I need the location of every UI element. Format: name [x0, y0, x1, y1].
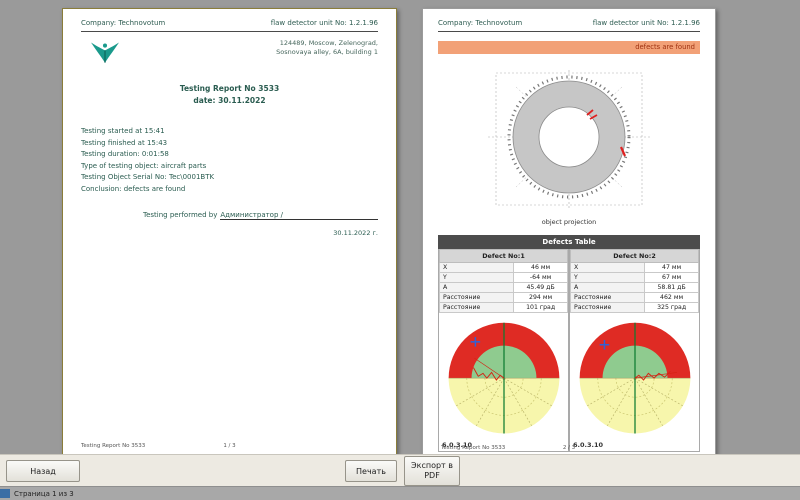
page-1-header: Company: Technovotum flaw detector unit …	[81, 9, 378, 32]
defect-2-title: Defect No:2	[571, 250, 699, 263]
detail-line: Testing finished at 15:43	[81, 138, 378, 150]
page-2-content: Company: Technovotum flaw detector unit …	[423, 9, 715, 455]
back-button[interactable]: Назад	[6, 460, 80, 482]
defect-2-panel: Defect No:2 X47 мм Y67 мм A58.81 дБ Расс…	[569, 249, 700, 452]
object-projection-plot	[438, 67, 700, 217]
page-1-footer: Testing Report No 3533 1 / 3	[81, 443, 378, 449]
signature-date: 30.11.2022 г.	[81, 229, 378, 237]
export-pdf-button[interactable]: Экспорт в PDF	[404, 456, 460, 486]
report-preview-window: Company: Technovotum flaw detector unit …	[0, 0, 800, 500]
projection-caption: object projection	[438, 218, 700, 226]
detail-line: Testing duration: 0:01:58	[81, 149, 378, 161]
defect-1-table: Defect No:1 X46 мм Y-64 мм A45.49 дБ Рас…	[439, 249, 568, 313]
testing-details: Testing started at 15:41 Testing finishe…	[81, 126, 378, 195]
defect-1-panel: Defect No:1 X46 мм Y-64 мм A45.49 дБ Рас…	[438, 249, 569, 452]
defect-2-scan-chart: 6.0.3.10	[570, 315, 699, 451]
detail-line: Testing started at 15:41	[81, 126, 378, 138]
report-title: Testing Report No 3533 date: 30.11.2022	[81, 83, 378, 106]
status-bar: Страница 1 из 3	[0, 486, 800, 500]
detail-line: Conclusion: defects are found	[81, 184, 378, 196]
defects-table-title: Defects Table	[438, 235, 700, 249]
print-button[interactable]: Печать	[345, 460, 397, 482]
page-2-footer: Testing Report No 3533 2 / 3	[441, 445, 697, 451]
polar-scan-1	[441, 315, 567, 447]
status-accent-chip	[0, 489, 10, 498]
company-name: Company: Technovotum	[81, 19, 165, 27]
detail-line: Testing Object Serial No: Tec\0001BTK	[81, 172, 378, 184]
signature-line: Testing performed by Администратор /	[143, 211, 378, 220]
page-2-header: Company: Technovotum flaw detector unit …	[438, 9, 700, 32]
company-name: Company: Technovotum	[438, 19, 522, 27]
detail-line: Type of testing object: aircraft parts	[81, 161, 378, 173]
defect-1-title: Defect No:1	[440, 250, 568, 263]
page-1-content: Company: Technovotum flaw detector unit …	[63, 9, 396, 454]
unit-number: flaw detector unit No: 1.2.1.96	[593, 19, 700, 27]
defects-found-banner: defects are found	[438, 41, 700, 54]
logo-address-row: 124489, Moscow, Zelenograd, Sosnovaya al…	[81, 39, 378, 67]
defects-columns: Defect No:1 X46 мм Y-64 мм A45.49 дБ Рас…	[438, 249, 700, 452]
page-indicator: Страница 1 из 3	[14, 490, 74, 498]
company-address: 124489, Moscow, Zelenograd, Sosnovaya al…	[276, 39, 378, 67]
defect-2-table: Defect No:2 X47 мм Y67 мм A58.81 дБ Расс…	[570, 249, 699, 313]
unit-number: flaw detector unit No: 1.2.1.96	[271, 19, 378, 27]
defect-1-scan-chart: 6.0.3.10	[439, 315, 568, 451]
signature-name: Администратор /	[220, 211, 378, 220]
bottom-toolbar: Назад Печать Экспорт в PDF	[0, 454, 800, 487]
preview-area: Company: Technovotum flaw detector unit …	[0, 0, 800, 455]
polar-scan-2	[572, 315, 698, 447]
report-page-2[interactable]: Company: Technovotum flaw detector unit …	[422, 8, 716, 455]
company-logo-icon	[87, 39, 123, 67]
projection-diagram	[479, 67, 659, 213]
report-page-1[interactable]: Company: Technovotum flaw detector unit …	[62, 8, 397, 455]
